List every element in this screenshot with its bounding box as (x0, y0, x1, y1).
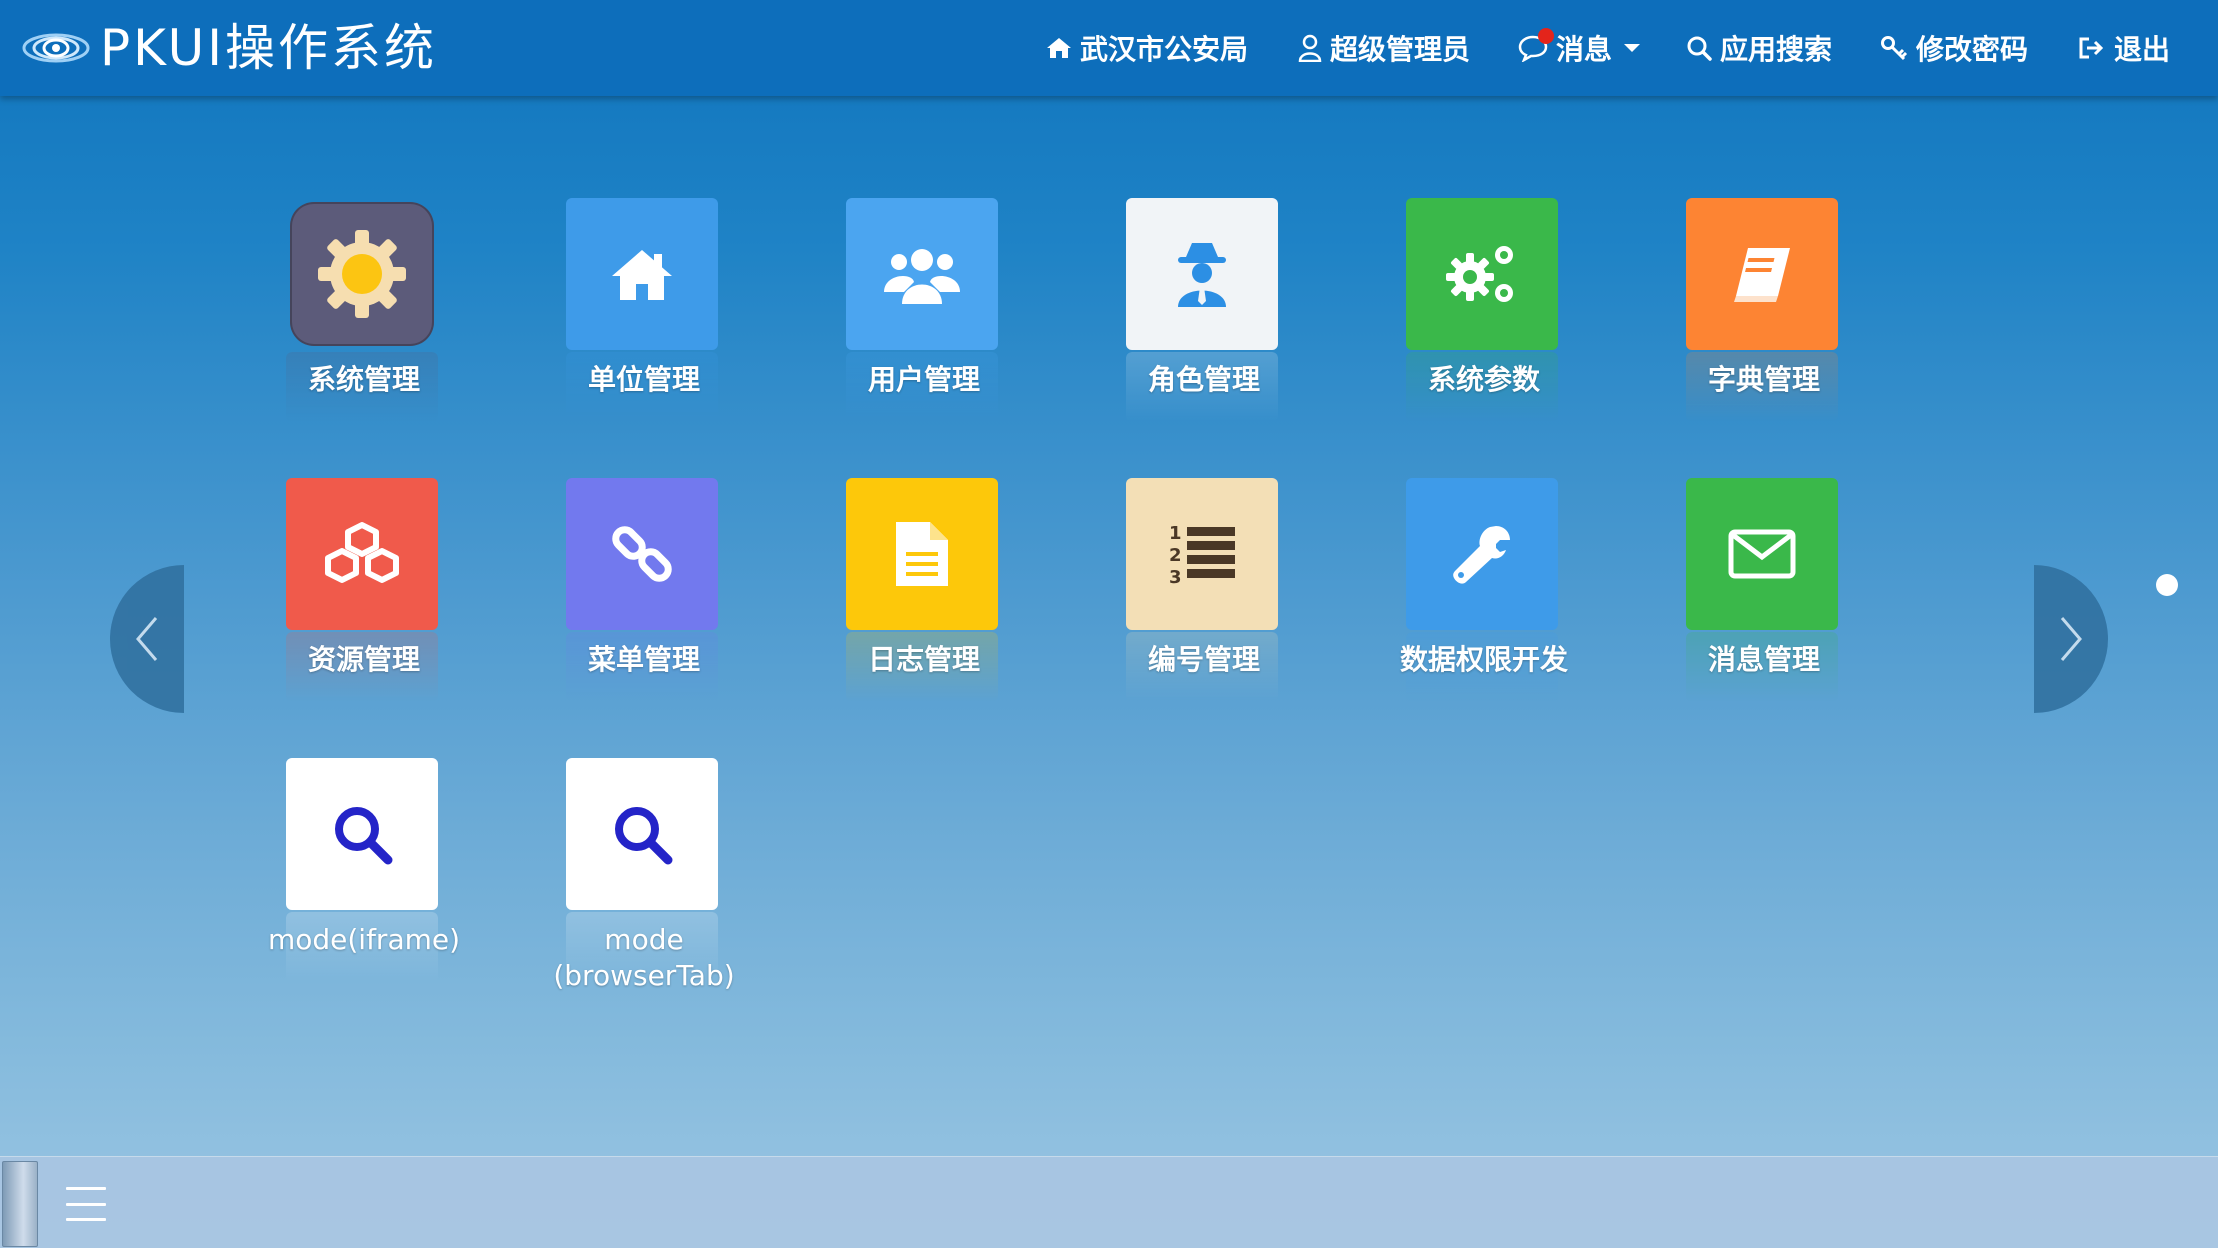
app-tile[interactable] (566, 478, 718, 630)
logo-icon (22, 33, 90, 63)
app-label: 菜单管理 (587, 643, 700, 676)
app-tile[interactable] (290, 202, 434, 346)
nav-logout-label: 退出 (2114, 33, 2171, 66)
search-icon (615, 807, 673, 865)
app-system-parameters[interactable]: 系统参数 (1374, 198, 1594, 438)
app-label: 角色管理 (1147, 363, 1260, 396)
app-unit-management[interactable]: 单位管理 (534, 198, 754, 438)
home-icon (612, 250, 672, 300)
app-label: 单位管理 (587, 363, 700, 396)
nav-logout[interactable]: 退出 (2078, 0, 2170, 96)
svg-text:2: 2 (1169, 545, 1182, 566)
book-icon (1734, 248, 1790, 302)
page-indicator-dot[interactable] (2156, 574, 2178, 596)
user-icon (1298, 34, 1322, 62)
app-tile[interactable] (1406, 198, 1558, 350)
envelope-icon (1728, 529, 1796, 579)
key-icon (1881, 36, 1908, 61)
app-tile[interactable] (286, 758, 438, 910)
nav-change-password-label: 修改密码 (1916, 33, 2029, 66)
app-label: 编号管理 (1147, 643, 1260, 676)
wrench-icon (1453, 526, 1510, 584)
app-tile[interactable] (1686, 478, 1838, 630)
numbered-list-icon: 1 2 3 (1169, 523, 1235, 587)
nav-change-password[interactable]: 修改密码 (1880, 0, 2028, 96)
gear-icon (318, 230, 406, 318)
nav-police-unit[interactable]: 武汉市公安局 (1046, 0, 1248, 96)
app-label: 日志管理 (867, 643, 980, 676)
document-icon (896, 522, 948, 586)
app-label: 系统参数 (1427, 363, 1540, 396)
app-label: 消息管理 (1707, 643, 1820, 676)
next-page-button[interactable] (2034, 565, 2108, 713)
users-icon (884, 249, 960, 304)
app-tile[interactable] (566, 758, 718, 910)
nav-admin-label: 超级管理员 (1330, 33, 1471, 66)
nav-admin[interactable]: 超级管理员 (1298, 0, 1470, 96)
cubes-icon (325, 522, 399, 583)
app-menu-management[interactable]: 菜单管理 (534, 478, 754, 718)
chevron-left-icon (136, 617, 158, 661)
prev-page-button[interactable] (110, 565, 184, 713)
app-label: mode(iframe) (267, 923, 461, 956)
app-resource-management[interactable]: 资源管理 (254, 478, 474, 718)
spy-icon (1178, 243, 1226, 307)
app-number-management[interactable]: 1 2 3 编号管理 (1094, 478, 1314, 718)
app-tile[interactable] (286, 478, 438, 630)
app-tile[interactable]: 1 2 3 (1126, 478, 1278, 630)
menu-line (66, 1218, 106, 1221)
search-icon (335, 807, 393, 865)
app-tile[interactable] (1126, 198, 1278, 350)
nav-messages-label: 消息 (1556, 33, 1613, 66)
app-system-management[interactable]: 系统管理 (254, 198, 474, 438)
app-label: 字典管理 (1707, 363, 1820, 396)
app-message-management[interactable]: 消息管理 (1654, 478, 1874, 718)
nav-police-label: 武汉市公安局 (1080, 33, 1249, 66)
app-dictionary-management[interactable]: 字典管理 (1654, 198, 1874, 438)
app-label: mode (browserTab) (553, 923, 735, 992)
app-label: 资源管理 (307, 643, 420, 676)
app-tile[interactable] (846, 198, 998, 350)
app-label: 系统管理 (307, 363, 420, 396)
menu-line (66, 1202, 106, 1206)
sign-out-icon (2079, 37, 2104, 59)
notification-dot (1538, 28, 1554, 44)
nav-app-search-label: 应用搜索 (1720, 33, 1833, 66)
svg-text:3: 3 (1169, 567, 1182, 587)
app-tile[interactable] (846, 478, 998, 630)
app-mode-browsertab[interactable]: mode (browserTab) (534, 758, 754, 998)
app-tile[interactable] (1406, 478, 1558, 630)
menu-line (66, 1187, 106, 1190)
start-menu-button[interactable] (66, 1187, 106, 1221)
svg-text:1: 1 (1169, 523, 1182, 544)
search-icon (1687, 36, 1712, 61)
top-bar: PKUI操作系统 武汉市公安局 超级管理员 消息 应用搜索 修改密码 退出 (0, 0, 2218, 96)
app-mode-iframe[interactable]: mode(iframe) (254, 758, 474, 998)
app-log-management[interactable]: 日志管理 (814, 478, 1034, 718)
app-tile[interactable] (566, 198, 718, 350)
cogs-icon (1446, 246, 1513, 302)
app-title: PKUI操作系统 (100, 19, 437, 77)
app-data-permission-dev[interactable]: 数据权限开发 (1374, 478, 1594, 718)
app-label: 用户管理 (867, 363, 980, 396)
chevron-down-icon (1624, 44, 1641, 52)
home-icon (1047, 38, 1071, 58)
link-icon (612, 526, 672, 582)
app-user-management[interactable]: 用户管理 (814, 198, 1034, 438)
app-tile[interactable] (1686, 198, 1838, 350)
app-label: 数据权限开发 (1399, 643, 1568, 676)
chevron-right-icon (2060, 617, 2082, 661)
app-role-management[interactable]: 角色管理 (1094, 198, 1314, 438)
taskbar (0, 1156, 2218, 1248)
nav-messages[interactable]: 消息 (1518, 0, 1641, 96)
show-desktop-handle[interactable] (2, 1161, 38, 1247)
nav-app-search[interactable]: 应用搜索 (1686, 0, 1832, 96)
